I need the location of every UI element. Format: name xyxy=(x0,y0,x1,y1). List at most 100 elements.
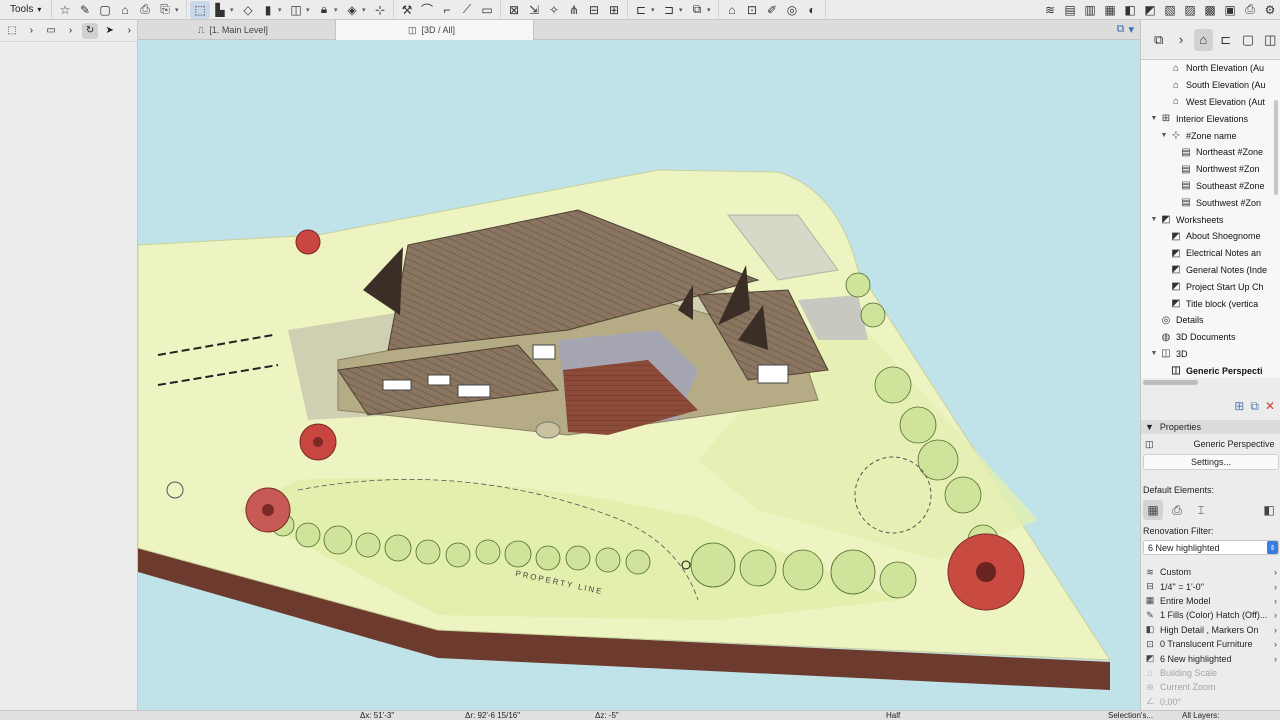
tree-item[interactable]: ▼ ⊞ Interior Elevations xyxy=(1141,110,1280,127)
settings-icon[interactable]: ⚙ xyxy=(1260,1,1280,19)
tools-menu[interactable]: Tools ▾ xyxy=(0,0,52,20)
renovation-icon[interactable]: ◩ xyxy=(1140,1,1160,19)
window-icon[interactable]: ▣ xyxy=(1220,1,1240,19)
split-icon[interactable]: ⋔ xyxy=(564,1,584,19)
offset-icon[interactable]: ⟋ xyxy=(457,1,477,19)
hammer-icon[interactable]: ⚒ xyxy=(397,1,417,19)
mirror-icon[interactable]: ⊠ xyxy=(504,1,524,19)
navigator-icon[interactable]: ▨ xyxy=(1180,1,1200,19)
lock-icon[interactable]: 🔒︎ xyxy=(314,1,334,19)
publisher-sets-icon[interactable]: ◫ xyxy=(1261,29,1280,51)
project-map-icon[interactable]: ⌂ xyxy=(1193,28,1213,51)
distribute-icon[interactable]: ⊞ xyxy=(604,1,624,19)
view-tiles-icon[interactable]: ⧉ xyxy=(1117,23,1125,36)
settings-button[interactable]: Settings... xyxy=(1143,454,1279,470)
tree-item[interactable]: ▤ Northwest #Zon xyxy=(1141,161,1280,178)
chevron-right-icon[interactable]: › xyxy=(63,23,79,39)
stretch-icon[interactable]: ⇲ xyxy=(524,1,544,19)
property-row[interactable]: ⊡ 0 Translucent Furniture › xyxy=(1141,637,1280,651)
tree-item[interactable]: ▤ Southwest #Zon xyxy=(1141,194,1280,211)
tree-item[interactable]: ◫ Generic Perspecti xyxy=(1141,362,1280,378)
partial-structure-icon[interactable]: ▧ xyxy=(1160,1,1180,19)
corner-icon[interactable]: ⌐ xyxy=(437,1,457,19)
polygon-marquee-icon[interactable]: ▭ xyxy=(43,23,59,39)
tree-item[interactable]: ◍ 3D Documents xyxy=(1141,329,1280,346)
trace-icon[interactable]: ⧉ xyxy=(687,1,707,19)
chevron-down-icon[interactable]: ▾ xyxy=(175,6,183,14)
print-icon[interactable]: ⎙ xyxy=(1167,500,1187,520)
rectangle-marquee-icon[interactable]: ⬚ xyxy=(4,23,20,39)
pen-set-icon[interactable]: ▦ xyxy=(1100,1,1120,19)
view-map-icon[interactable]: ⊏ xyxy=(1216,29,1235,51)
layout-book-icon[interactable]: ▢ xyxy=(1238,29,1257,51)
align-icon[interactable]: ⊟ xyxy=(584,1,604,19)
worksheet-icon[interactable]: ◐ xyxy=(802,1,822,19)
new-view-icon[interactable]: ⊞ xyxy=(1234,399,1244,413)
column-tool-icon[interactable]: ▮ xyxy=(258,1,278,19)
tree-item[interactable]: ▼ ⊹ #Zone name xyxy=(1141,127,1280,144)
home-view-icon[interactable]: ⌂ xyxy=(722,1,742,19)
print-icon[interactable]: ⎙ xyxy=(1240,1,1260,19)
tree-item[interactable]: ⌂ North Elevation (Au xyxy=(1141,60,1280,77)
layer-combination-icon[interactable]: ▤ xyxy=(1060,1,1080,19)
section-icon[interactable]: ⊡ xyxy=(742,1,762,19)
chevron-down-icon[interactable]: ▾ xyxy=(651,6,659,14)
property-row[interactable]: ▦ Entire Model › xyxy=(1141,594,1280,608)
group-icon[interactable]: ⊏ xyxy=(631,1,651,19)
tree-item[interactable]: ▼ ◫ 3D xyxy=(1141,346,1280,363)
page-icon[interactable]: ▭ xyxy=(477,1,497,19)
property-row[interactable]: ◧ High Detail , Markers On › xyxy=(1141,623,1280,637)
tree-item[interactable]: ◎ Details xyxy=(1141,312,1280,329)
arrow-select-icon[interactable]: ⬚ xyxy=(190,0,210,19)
chevron-down-icon[interactable]: ▾ xyxy=(230,6,238,14)
tree-item[interactable]: ▤ Southeast #Zone xyxy=(1141,178,1280,195)
tree-item[interactable]: ⌂ West Elevation (Aut xyxy=(1141,94,1280,111)
properties-header[interactable]: ▼ Properties xyxy=(1141,420,1280,434)
detail-icon[interactable]: ◎ xyxy=(782,1,802,19)
tree-vertical-scrollbar[interactable] xyxy=(1274,100,1278,195)
chevron-down-icon[interactable]: ▾ xyxy=(707,6,715,14)
chevron-down-icon[interactable]: ▾ xyxy=(334,6,342,14)
navigator-popup-icon[interactable]: ⧉ xyxy=(1149,29,1168,51)
elevation-icon[interactable]: ✐ xyxy=(762,1,782,19)
beam-tool-icon[interactable]: ◫ xyxy=(286,1,306,19)
triangle-down-icon[interactable]: ▼ xyxy=(1149,115,1159,122)
rotate-icon[interactable]: ↻ xyxy=(82,22,98,39)
export-icon[interactable]: ⎙ xyxy=(135,1,155,19)
arc-icon[interactable]: ⌒ xyxy=(417,1,437,19)
triangle-down-icon[interactable]: ▼ xyxy=(1149,216,1159,223)
3d-viewport[interactable]: PROPERTY LINE xyxy=(138,40,1140,710)
scroll-thumb[interactable] xyxy=(1143,380,1198,385)
delete-icon[interactable]: ✕ xyxy=(1265,399,1275,413)
tree-item[interactable]: ◩ About Shoegnome xyxy=(1141,228,1280,245)
graphic-override-icon[interactable]: ◧ xyxy=(1120,1,1140,19)
print-icon[interactable]: ⎘ xyxy=(155,1,175,19)
tree-item[interactable]: ▼ ◩ Worksheets xyxy=(1141,211,1280,228)
chevron-right-icon[interactable]: › xyxy=(121,23,137,39)
chevron-down-icon[interactable]: ▾ xyxy=(362,6,370,14)
tree-item[interactable]: ◩ Title block (vertica xyxy=(1141,295,1280,312)
slab-tool-icon[interactable]: ◇ xyxy=(238,1,258,19)
wall-tool-icon[interactable]: ▙ xyxy=(210,1,230,19)
publish-icon[interactable]: ⌂ xyxy=(115,1,135,19)
chevron-down-icon[interactable]: ▾ xyxy=(679,6,687,14)
clone-view-icon[interactable]: ⧉ xyxy=(1250,399,1259,414)
grid-icon[interactable]: ▦ xyxy=(1143,500,1163,520)
property-row[interactable]: ✎ 1 Fills (Color) Hatch (Off)... › xyxy=(1141,608,1280,622)
tree-item[interactable]: ◩ Project Start Up Ch xyxy=(1141,278,1280,295)
folder-icon[interactable]: ◧ xyxy=(1259,500,1279,520)
tree-horizontal-scrollbar[interactable] xyxy=(1141,378,1280,388)
favorites-star-icon[interactable]: ☆ xyxy=(55,1,75,19)
chevron-right-icon[interactable]: › xyxy=(24,23,40,39)
magic-wand-icon[interactable]: ✧ xyxy=(544,1,564,19)
chevron-down-icon[interactable]: ▾ xyxy=(1128,23,1134,36)
tree-item[interactable]: ⌂ South Elevation (Au xyxy=(1141,77,1280,94)
chevron-right-icon[interactable]: › xyxy=(1171,29,1190,51)
morph-tool-icon[interactable]: ⊹ xyxy=(370,1,390,19)
pen-edit-icon[interactable]: ✎ xyxy=(75,1,95,19)
arrow-pointer-icon[interactable]: ➤ xyxy=(102,23,118,39)
document-icon[interactable]: ▢ xyxy=(95,1,115,19)
property-row[interactable]: ◩ 6 New highlighted › xyxy=(1141,651,1280,665)
property-row[interactable]: ≋ Custom › xyxy=(1141,565,1280,579)
layer-icon[interactable]: ≋ xyxy=(1040,1,1060,19)
